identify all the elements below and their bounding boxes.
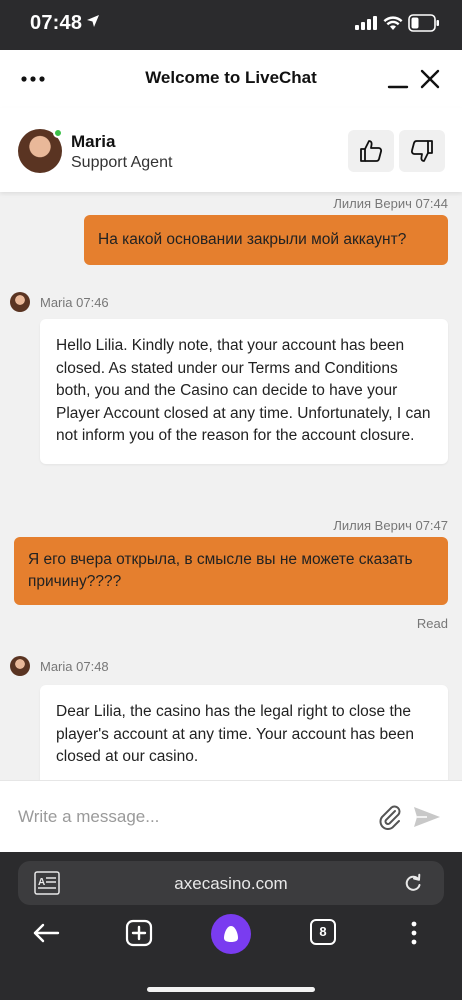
back-arrow-icon[interactable]: [32, 922, 60, 944]
new-tab-icon[interactable]: [125, 919, 153, 947]
thumbs-down-icon: [410, 140, 433, 162]
agent-role: Support Agent: [71, 154, 173, 171]
screen: 07:48 Welcome to LiveChat Maria Support …: [0, 0, 462, 1000]
rate-bad-button[interactable]: [399, 130, 445, 172]
message-list[interactable]: Лилия Верич 07:44 На какой основании зак…: [0, 192, 462, 780]
url-text: axecasino.com: [174, 874, 288, 893]
close-icon[interactable]: [419, 68, 441, 90]
status-bar: 07:48: [0, 0, 462, 50]
cellular-signal-icon: [355, 16, 377, 30]
chat-header: Welcome to LiveChat: [0, 50, 462, 108]
status-time: 07:48: [30, 12, 83, 34]
location-arrow-icon: [87, 15, 99, 27]
reload-icon[interactable]: [404, 873, 422, 893]
outgoing-message: На какой основании закрыли мой аккаунт?: [84, 215, 448, 265]
message-meta: Лилия Верич 07:44: [333, 196, 448, 211]
minimize-icon[interactable]: [387, 70, 409, 90]
agent-mini-avatar: [10, 292, 30, 312]
tabs-count-button[interactable]: 8: [310, 919, 336, 945]
message-composer: Write a message...: [0, 780, 462, 852]
rate-good-button[interactable]: [348, 130, 394, 172]
more-vertical-icon[interactable]: [409, 920, 419, 946]
agent-bar: Maria Support Agent: [0, 108, 462, 192]
message-meta: Maria 07:46: [40, 295, 109, 310]
alice-assistant-button[interactable]: [211, 914, 251, 954]
send-icon[interactable]: [413, 805, 441, 829]
home-indicator: [147, 987, 315, 992]
wifi-icon: [383, 16, 403, 30]
paperclip-icon[interactable]: [376, 803, 404, 831]
read-receipt: Read: [416, 616, 448, 631]
outgoing-message: Я его вчера открыла, в смысле вы не може…: [14, 537, 448, 605]
agent-name: Maria: [71, 132, 116, 151]
browser-address-bar: A axecasino.com: [0, 852, 462, 914]
message-meta: Лилия Верич 07:47: [333, 518, 448, 533]
message-input[interactable]: Write a message...: [18, 807, 159, 827]
thumbs-up-icon: [360, 140, 383, 162]
incoming-message: Hello Lilia. Kindly note, that your acco…: [40, 319, 448, 464]
message-meta: Maria 07:48: [40, 659, 109, 674]
alice-icon: [224, 926, 238, 942]
online-status-dot: [53, 128, 63, 138]
battery-icon: [408, 14, 439, 32]
agent-mini-avatar: [10, 656, 30, 676]
incoming-message: Dear Lilia, the casino has the legal rig…: [40, 685, 448, 780]
